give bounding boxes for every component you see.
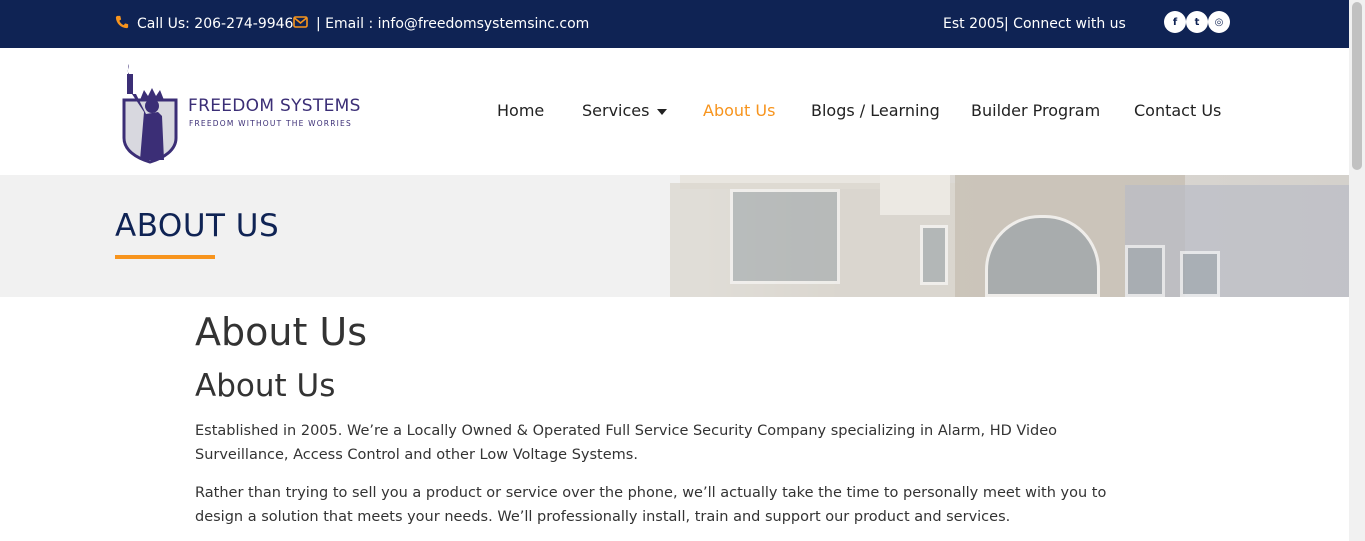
scrollbar-thumb[interactable] <box>1352 2 1362 170</box>
banner-title: ABOUT US <box>115 208 280 244</box>
page-banner: ABOUT US <box>0 175 1349 297</box>
banner-house-image <box>560 175 1349 297</box>
top-bar: Call Us: 206-274-9946 | Email : info@fre… <box>0 0 1349 48</box>
phone-contact[interactable]: Call Us: 206-274-9946 <box>115 0 293 48</box>
phone-icon <box>115 15 129 33</box>
envelope-icon <box>293 16 308 32</box>
intro-paragraph: Established in 2005. We’re a Locally Own… <box>195 423 1057 463</box>
nav-builder-program[interactable]: Builder Program <box>971 101 1100 120</box>
nav-home[interactable]: Home <box>497 101 544 120</box>
banner-title-underline <box>115 255 215 259</box>
site-logo[interactable]: FREEDOM SYSTEMS FREEDOM WITHOUT THE WORR… <box>118 60 388 164</box>
caret-down-icon <box>657 108 668 115</box>
email-label: | Email : info@freedomsystemsinc.com <box>316 16 590 32</box>
page-scrollbar[interactable] <box>1349 0 1365 541</box>
section-heading: About Us <box>195 368 336 404</box>
facebook-icon[interactable]: f <box>1164 11 1186 33</box>
site-header: FREEDOM SYSTEMS FREEDOM WITHOUT THE WORR… <box>0 48 1349 175</box>
twitter-icon[interactable]: t <box>1186 11 1208 33</box>
connect-label: | Connect with us <box>1004 16 1126 32</box>
nav-about-us[interactable]: About Us <box>703 101 775 120</box>
approach-paragraph: Rather than trying to sell you a product… <box>195 485 1107 525</box>
nav-blogs-learning[interactable]: Blogs / Learning <box>811 101 940 120</box>
liberty-shield-logo-icon <box>122 64 178 164</box>
social-links: f t ◎ <box>1164 11 1230 33</box>
email-contact[interactable]: | Email : info@freedomsystemsinc.com <box>293 0 589 48</box>
main-content: About Us About Us Established in 2005. W… <box>195 297 1155 529</box>
page-heading: About Us <box>195 310 368 354</box>
logo-brand: FREEDOM SYSTEMS <box>188 96 361 116</box>
instagram-icon[interactable]: ◎ <box>1208 11 1230 33</box>
logo-tagline: FREEDOM WITHOUT THE WORRIES <box>189 119 352 128</box>
est-label: Est 2005 <box>943 16 1005 32</box>
phone-label: Call Us: 206-274-9946 <box>137 16 294 32</box>
nav-services[interactable]: Services <box>582 101 668 120</box>
nav-contact-us[interactable]: Contact Us <box>1134 101 1221 120</box>
nav-services-label: Services <box>582 101 650 120</box>
